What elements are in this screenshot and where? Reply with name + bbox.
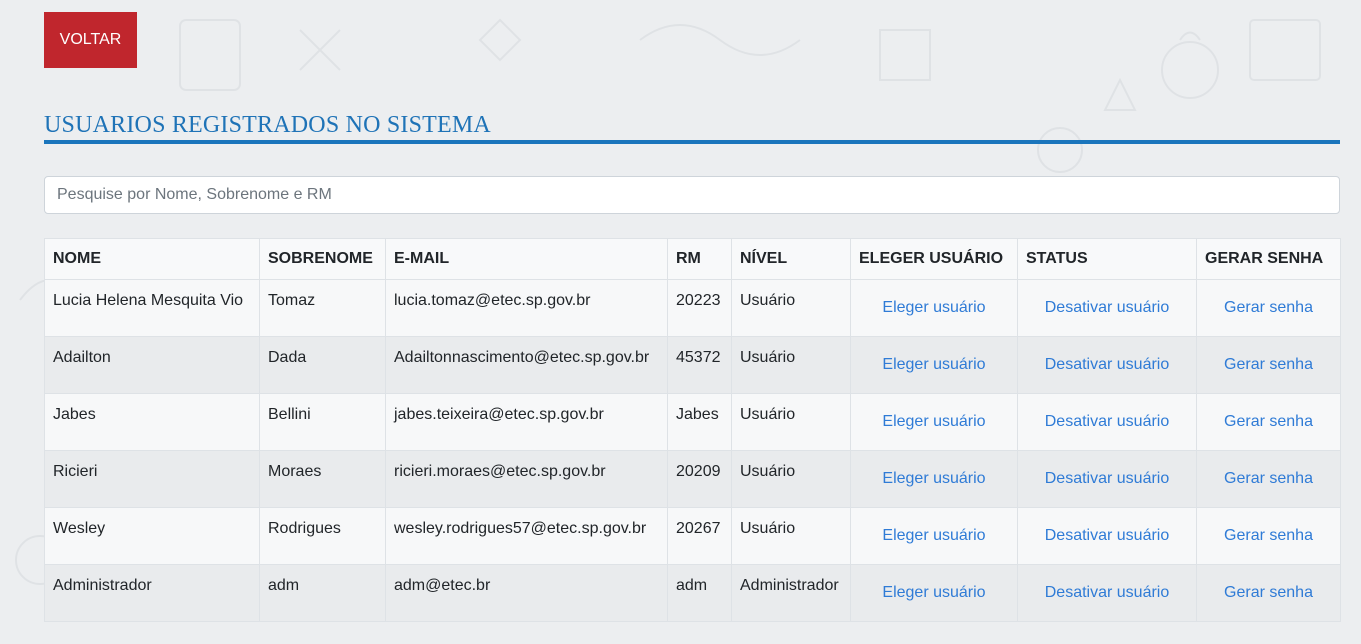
- gerar-senha-link[interactable]: Gerar senha: [1224, 299, 1313, 316]
- cell-nome: Lucia Helena Mesquita Vio: [44, 279, 260, 337]
- table-row: Wesley Rodrigues wesley.rodrigues57@etec…: [44, 507, 1341, 565]
- column-header-status: STATUS: [1017, 238, 1197, 280]
- gerar-senha-link[interactable]: Gerar senha: [1224, 584, 1313, 601]
- cell-nome: Ricieri: [44, 450, 260, 508]
- desativar-usuario-link[interactable]: Desativar usuário: [1045, 299, 1170, 316]
- cell-gerar-senha: Gerar senha: [1196, 507, 1341, 565]
- cell-rm: adm: [667, 564, 732, 622]
- gerar-senha-link[interactable]: Gerar senha: [1224, 356, 1313, 373]
- cell-eleger: Eleger usuário: [850, 336, 1018, 394]
- cell-gerar-senha: Gerar senha: [1196, 450, 1341, 508]
- cell-email: jabes.teixeira@etec.sp.gov.br: [385, 393, 668, 451]
- cell-eleger: Eleger usuário: [850, 450, 1018, 508]
- cell-nivel: Usuário: [731, 393, 851, 451]
- eleger-usuario-link[interactable]: Eleger usuário: [882, 356, 985, 373]
- cell-nivel: Usuário: [731, 279, 851, 337]
- cell-sobrenome: Tomaz: [259, 279, 386, 337]
- cell-eleger: Eleger usuário: [850, 564, 1018, 622]
- column-header-nivel: NÍVEL: [731, 238, 851, 280]
- cell-sobrenome: Moraes: [259, 450, 386, 508]
- cell-sobrenome: Bellini: [259, 393, 386, 451]
- cell-rm: Jabes: [667, 393, 732, 451]
- cell-email: Adailtonnascimento@etec.sp.gov.br: [385, 336, 668, 394]
- desativar-usuario-link[interactable]: Desativar usuário: [1045, 584, 1170, 601]
- cell-gerar-senha: Gerar senha: [1196, 393, 1341, 451]
- column-header-sobrenome: SOBRENOME: [259, 238, 386, 280]
- title-divider: [44, 140, 1340, 144]
- cell-email: wesley.rodrigues57@etec.sp.gov.br: [385, 507, 668, 565]
- cell-nivel: Usuário: [731, 450, 851, 508]
- eleger-usuario-link[interactable]: Eleger usuário: [882, 470, 985, 487]
- cell-nome: Adailton: [44, 336, 260, 394]
- cell-email: lucia.tomaz@etec.sp.gov.br: [385, 279, 668, 337]
- column-header-nome: NOME: [44, 238, 260, 280]
- table-row: Ricieri Moraes ricieri.moraes@etec.sp.go…: [44, 450, 1341, 508]
- cell-status: Desativar usuário: [1017, 393, 1197, 451]
- column-header-eleger: ELEGER USUÁRIO: [850, 238, 1018, 280]
- cell-nivel: Usuário: [731, 336, 851, 394]
- table-row: Lucia Helena Mesquita Vio Tomaz lucia.to…: [44, 279, 1341, 337]
- cell-nivel: Usuário: [731, 507, 851, 565]
- back-button[interactable]: VOLTAR: [44, 12, 137, 68]
- table-row: Adailton Dada Adailtonnascimento@etec.sp…: [44, 336, 1341, 394]
- column-header-rm: RM: [667, 238, 732, 280]
- cell-email: ricieri.moraes@etec.sp.gov.br: [385, 450, 668, 508]
- gerar-senha-link[interactable]: Gerar senha: [1224, 413, 1313, 430]
- cell-rm: 20223: [667, 279, 732, 337]
- cell-sobrenome: Dada: [259, 336, 386, 394]
- cell-status: Desativar usuário: [1017, 507, 1197, 565]
- cell-nome: Wesley: [44, 507, 260, 565]
- cell-nome: Administrador: [44, 564, 260, 622]
- search-input[interactable]: [44, 176, 1340, 214]
- cell-status: Desativar usuário: [1017, 450, 1197, 508]
- cell-nivel: Administrador: [731, 564, 851, 622]
- page-container: VOLTAR USUARIOS REGISTRADOS NO SISTEMA N…: [44, 12, 1341, 622]
- cell-sobrenome: adm: [259, 564, 386, 622]
- cell-rm: 45372: [667, 336, 732, 394]
- eleger-usuario-link[interactable]: Eleger usuário: [882, 527, 985, 544]
- users-table: NOME SOBRENOME E-MAIL RM NÍVEL ELEGER US…: [44, 238, 1341, 622]
- table-header-row: NOME SOBRENOME E-MAIL RM NÍVEL ELEGER US…: [44, 238, 1341, 280]
- cell-status: Desativar usuário: [1017, 564, 1197, 622]
- desativar-usuario-link[interactable]: Desativar usuário: [1045, 527, 1170, 544]
- cell-status: Desativar usuário: [1017, 279, 1197, 337]
- column-header-gerar-senha: GERAR SENHA: [1196, 238, 1341, 280]
- cell-email: adm@etec.br: [385, 564, 668, 622]
- cell-eleger: Eleger usuário: [850, 507, 1018, 565]
- gerar-senha-link[interactable]: Gerar senha: [1224, 470, 1313, 487]
- desativar-usuario-link[interactable]: Desativar usuário: [1045, 356, 1170, 373]
- cell-gerar-senha: Gerar senha: [1196, 279, 1341, 337]
- column-header-email: E-MAIL: [385, 238, 668, 280]
- desativar-usuario-link[interactable]: Desativar usuário: [1045, 413, 1170, 430]
- table-row: Jabes Bellini jabes.teixeira@etec.sp.gov…: [44, 393, 1341, 451]
- page-title: USUARIOS REGISTRADOS NO SISTEMA: [44, 112, 491, 138]
- cell-eleger: Eleger usuário: [850, 279, 1018, 337]
- cell-status: Desativar usuário: [1017, 336, 1197, 394]
- cell-rm: 20267: [667, 507, 732, 565]
- cell-rm: 20209: [667, 450, 732, 508]
- cell-eleger: Eleger usuário: [850, 393, 1018, 451]
- table-row: Administrador adm adm@etec.br adm Admini…: [44, 564, 1341, 622]
- cell-gerar-senha: Gerar senha: [1196, 564, 1341, 622]
- eleger-usuario-link[interactable]: Eleger usuário: [882, 413, 985, 430]
- cell-sobrenome: Rodrigues: [259, 507, 386, 565]
- cell-nome: Jabes: [44, 393, 260, 451]
- eleger-usuario-link[interactable]: Eleger usuário: [882, 299, 985, 316]
- eleger-usuario-link[interactable]: Eleger usuário: [882, 584, 985, 601]
- gerar-senha-link[interactable]: Gerar senha: [1224, 527, 1313, 544]
- desativar-usuario-link[interactable]: Desativar usuário: [1045, 470, 1170, 487]
- cell-gerar-senha: Gerar senha: [1196, 336, 1341, 394]
